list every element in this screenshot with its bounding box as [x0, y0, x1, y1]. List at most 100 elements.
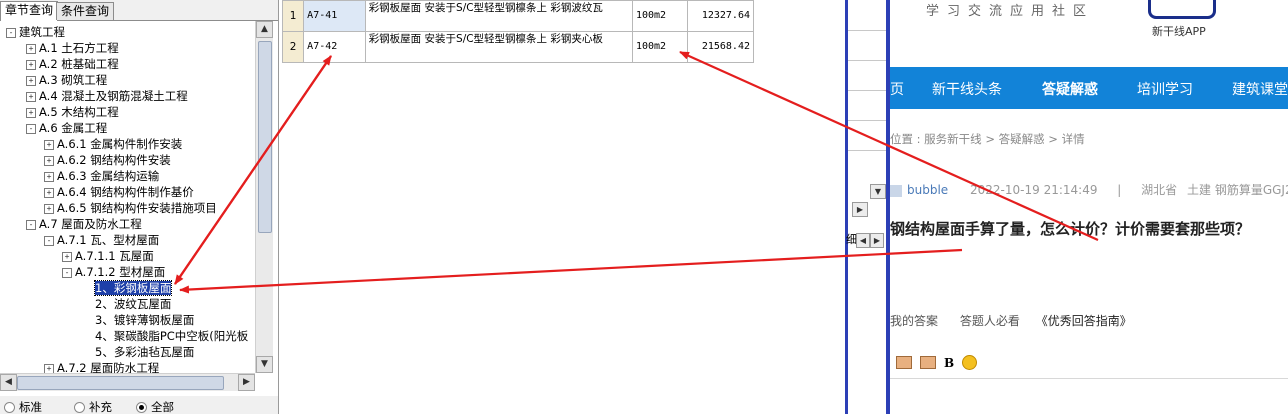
table-row[interactable]: 2 A7-42 彩钢板屋面 安装于S/C型轻型钢檩条上 彩钢夹心板 100m2 … [281, 31, 754, 63]
tree-node-label[interactable]: A.6.1 金属构件制作安装 [57, 137, 182, 151]
tree-node-label[interactable]: A.6.4 钢结构构件制作基价 [57, 185, 194, 199]
expand-icon[interactable]: + [62, 251, 72, 262]
tree-horizontal-scrollbar[interactable]: ◀ ▶ [0, 373, 255, 391]
collapse-icon[interactable]: - [44, 235, 54, 246]
tree-node[interactable]: + A.6.3 金属结构运输 [44, 168, 159, 184]
expand-icon[interactable]: + [44, 203, 54, 214]
tree-node[interactable]: + A.5 木结构工程 [26, 104, 119, 120]
tree-node-label[interactable]: A.7.2 屋面防水工程 [57, 361, 159, 373]
scroll-down-button[interactable]: ▼ [256, 356, 273, 373]
user-avatar-icon[interactable] [890, 184, 902, 197]
quota-price[interactable]: 12327.64 [687, 0, 754, 32]
nav-item-qa[interactable]: 答疑解惑 [1042, 79, 1098, 99]
expand-icon[interactable]: + [44, 139, 54, 150]
expand-icon[interactable]: + [26, 75, 36, 86]
tree-node[interactable]: + A.7.2 屋面防水工程 [44, 360, 159, 373]
tree-node[interactable]: + A.1 土石方工程 [26, 40, 119, 56]
quota-description[interactable]: 彩钢板屋面 安装于S/C型轻型钢檩条上 彩钢波纹瓦 [364, 0, 633, 32]
tree-node-label[interactable]: A.2 桩基础工程 [39, 57, 119, 71]
scroll-left-button[interactable]: ◀ [0, 374, 17, 391]
expand-icon[interactable]: + [44, 187, 54, 198]
bold-button[interactable]: B [944, 356, 954, 370]
question-tags[interactable]: 土建 钢筋算量GGJ201 [1187, 183, 1288, 197]
tree-node[interactable]: 5、多彩油毡瓦屋面 [82, 344, 194, 360]
tree-node[interactable]: 2、波纹瓦屋面 [82, 296, 171, 312]
radio-standard[interactable]: 标准 [4, 399, 42, 415]
tree-node-label[interactable]: A.5 木结构工程 [39, 105, 119, 119]
chevron-down-icon[interactable]: ▼ [870, 184, 886, 199]
expand-icon[interactable]: + [44, 363, 54, 373]
chevron-right-icon[interactable]: ▶ [852, 202, 868, 217]
quota-unit[interactable]: 100m2 [631, 0, 689, 32]
collapse-icon[interactable]: - [62, 267, 72, 278]
tree-node[interactable]: 4、聚碳酸脂PC中空板(阳光板 [82, 328, 248, 344]
tree-node-label[interactable]: 1、彩钢板屋面 [93, 280, 173, 296]
tree-node[interactable]: + A.4 混凝土及钢筋混凝土工程 [26, 88, 188, 104]
tree-node-label[interactable]: A.6.2 钢结构构件安装 [57, 153, 171, 167]
tree-node[interactable]: + A.6.1 金属构件制作安装 [44, 136, 182, 152]
tree-node-label[interactable]: A.3 砌筑工程 [39, 73, 107, 87]
tree-vertical-scrollbar[interactable]: ▲ ▼ [255, 21, 273, 373]
radio-supplement[interactable]: 补充 [74, 399, 112, 415]
tree-node-label[interactable]: 5、多彩油毡瓦屋面 [95, 345, 194, 359]
expand-icon[interactable]: + [44, 155, 54, 166]
tree-node[interactable]: - 建筑工程 [6, 24, 65, 40]
tree-node-label[interactable]: A.6 金属工程 [39, 121, 107, 135]
tree-node[interactable]: + A.6.4 钢结构构件制作基价 [44, 184, 194, 200]
nav-item-home[interactable]: 页 [890, 79, 904, 99]
quota-price[interactable]: 21568.42 [687, 31, 754, 63]
tree-node[interactable]: + A.6.2 钢结构构件安装 [44, 152, 171, 168]
expand-icon[interactable]: + [44, 171, 54, 182]
quota-description[interactable]: 彩钢板屋面 安装于S/C型轻型钢檩条上 彩钢夹心板 [364, 31, 633, 63]
tree-node[interactable]: + A.2 桩基础工程 [26, 56, 119, 72]
collapse-icon[interactable]: - [6, 27, 16, 38]
tree-node[interactable]: + A.7.1.1 瓦屋面 [62, 248, 154, 264]
scroll-up-button[interactable]: ▲ [256, 21, 273, 38]
radio-all[interactable]: 全部 [136, 399, 174, 415]
vertical-scroll-thumb[interactable] [258, 41, 272, 233]
expand-icon[interactable]: + [26, 59, 36, 70]
tree-node-label[interactable]: A.7 屋面及防水工程 [39, 217, 142, 231]
insert-image-icon[interactable] [920, 356, 936, 369]
nav-item-training[interactable]: 培训学习 [1137, 79, 1193, 99]
tree-node-label[interactable]: A.4 混凝土及钢筋混凝土工程 [39, 89, 188, 103]
tree-node[interactable]: - A.6 金属工程 [26, 120, 107, 136]
collapse-icon[interactable]: - [26, 123, 36, 134]
expand-icon[interactable]: + [26, 43, 36, 54]
collapse-icon[interactable]: - [26, 219, 36, 230]
image-icon[interactable] [896, 356, 912, 369]
tree-node[interactable]: 1、彩钢板屋面 [82, 280, 173, 296]
tree-node[interactable]: - A.7.1 瓦、型材屋面 [44, 232, 159, 248]
tree-node-label[interactable]: 建筑工程 [19, 25, 65, 39]
tree-node[interactable]: - A.7 屋面及防水工程 [26, 216, 142, 232]
tree-node-label[interactable]: 4、聚碳酸脂PC中空板(阳光板 [95, 329, 248, 343]
nav-item-classroom[interactable]: 建筑课堂 [1232, 79, 1288, 99]
arrow-left-icon[interactable]: ◀ [856, 233, 870, 248]
tree-node[interactable]: + A.3 砌筑工程 [26, 72, 107, 88]
tree-node-label[interactable]: 2、波纹瓦屋面 [95, 297, 171, 311]
quota-unit[interactable]: 100m2 [631, 31, 689, 63]
expand-icon[interactable]: + [26, 91, 36, 102]
tree-node-label[interactable]: A.6.5 钢结构构件安装措施项目 [57, 201, 217, 215]
tree-node-label[interactable]: A.1 土石方工程 [39, 41, 119, 55]
tree-node[interactable]: 3、镀锌薄钢板屋面 [82, 312, 194, 328]
scroll-right-button[interactable]: ▶ [238, 374, 255, 391]
nav-item-headlines[interactable]: 新干线头条 [932, 79, 1002, 99]
quota-code[interactable]: A7-41 [303, 0, 366, 32]
horizontal-scroll-thumb[interactable] [17, 376, 224, 390]
tree-node-label[interactable]: A.6.3 金属结构运输 [57, 169, 159, 183]
app-qrcode-icon[interactable] [1148, 0, 1216, 19]
table-row[interactable]: 1 A7-41 彩钢板屋面 安装于S/C型轻型钢檩条上 彩钢波纹瓦 100m2 … [281, 0, 754, 32]
tab-chapter-query[interactable]: 章节查询 [0, 1, 59, 21]
tree-node-label[interactable]: A.7.1.1 瓦屋面 [75, 249, 154, 263]
app-download-label[interactable]: 新干线APP [1152, 23, 1206, 39]
tree-node-label[interactable]: 3、镀锌薄钢板屋面 [95, 313, 194, 327]
arrow-right-icon[interactable]: ▶ [870, 233, 884, 248]
question-author[interactable]: bubble [907, 183, 948, 197]
tree-node-label[interactable]: A.7.1.2 型材屋面 [75, 265, 165, 279]
tree-node[interactable]: - A.7.1.2 型材屋面 [62, 264, 165, 280]
answer-guide-link[interactable]: 《优秀回答指南》 [1036, 314, 1132, 328]
tree-node-label[interactable]: A.7.1 瓦、型材屋面 [57, 233, 159, 247]
expand-icon[interactable]: + [26, 107, 36, 118]
quota-code[interactable]: A7-42 [303, 31, 366, 63]
